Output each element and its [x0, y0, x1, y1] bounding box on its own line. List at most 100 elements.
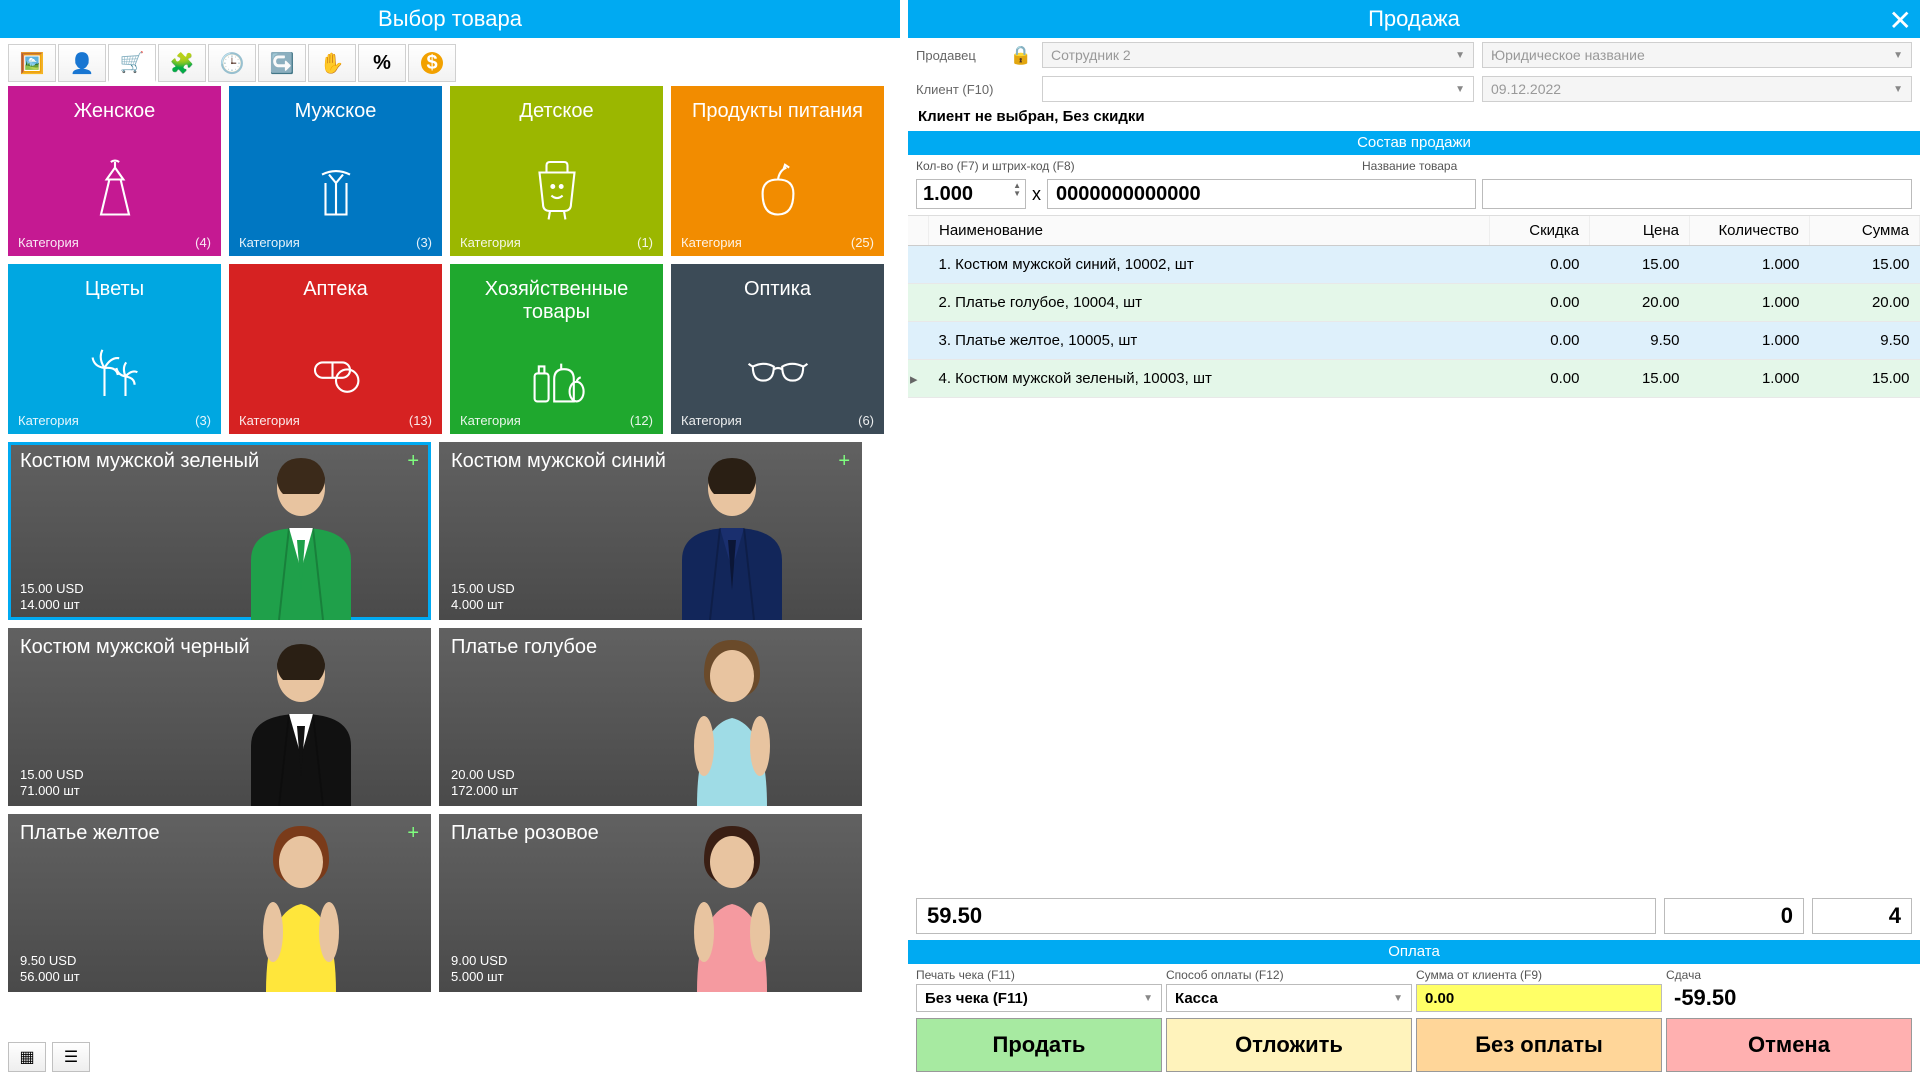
barcode-input[interactable]: 0000000000000 [1047, 179, 1476, 209]
cell-price: 9.50 [1590, 322, 1690, 360]
tool-cart-icon[interactable]: 🛒 [108, 44, 156, 82]
cancel-button[interactable]: Отмена [1666, 1018, 1912, 1072]
category-count: (6) [858, 413, 874, 428]
product-tile[interactable]: Костюм мужской зеленый + 15.00 USD 14.00… [8, 442, 431, 620]
table-row[interactable]: 2. Платье голубое, 10004, шт 0.00 20.00 … [908, 284, 1920, 322]
tool-puzzle-icon[interactable]: 🧩 [158, 44, 206, 82]
client-sum-label: Сумма от клиента (F9) [1416, 968, 1662, 982]
col-name: Наименование [929, 216, 1490, 246]
client-info: Клиент не выбран, Без скидки [908, 106, 1920, 131]
tool-percent-icon[interactable]: % [358, 44, 406, 82]
client-combo[interactable]: ▼ [1042, 76, 1474, 102]
product-name: Костюм мужской синий [451, 450, 666, 473]
seller-combo[interactable]: Сотрудник 2▼ [1042, 42, 1474, 68]
category-tile[interactable]: Цветы Категория(3) [8, 264, 221, 434]
product-tile[interactable]: Платье голубое 20.00 USD 172.000 шт [439, 628, 862, 806]
nopay-button[interactable]: Без оплаты [1416, 1018, 1662, 1072]
left-title-bar: Выбор товара [0, 0, 900, 38]
cell-sum: 15.00 [1810, 246, 1920, 284]
sell-button[interactable]: Продать [916, 1018, 1162, 1072]
product-stock: 172.000 шт [451, 783, 518, 798]
close-icon[interactable]: ✕ [1889, 4, 1912, 37]
legal-combo[interactable]: Юридическое название▼ [1482, 42, 1912, 68]
col-qty: Количество [1690, 216, 1810, 246]
col-sum: Сумма [1810, 216, 1920, 246]
quantity-input[interactable]: 1.000 ▲▼ [916, 179, 1026, 209]
date-combo[interactable]: 09.12.2022▼ [1482, 76, 1912, 102]
product-tile[interactable]: Платье розовое 9.00 USD 5.000 шт [439, 814, 862, 992]
product-tile[interactable]: Костюм мужской синий + 15.00 USD 4.000 ш… [439, 442, 862, 620]
toolbar: 🖼️ 👤 🛒 🧩 🕒 ↪️ ✋ % $ [0, 38, 900, 86]
total-count: 4 [1812, 898, 1912, 934]
cell-qty: 1.000 [1690, 322, 1810, 360]
cell-qty: 1.000 [1690, 360, 1810, 398]
product-stock: 4.000 шт [451, 597, 504, 612]
category-label: Категория [239, 235, 300, 250]
category-count: (12) [630, 413, 653, 428]
section-payment: Оплата [908, 940, 1920, 964]
category-name: Детское [519, 100, 593, 123]
table-row[interactable]: 3. Платье желтое, 10005, шт 0.00 9.50 1.… [908, 322, 1920, 360]
product-image [211, 822, 391, 992]
category-label: Категория [460, 235, 521, 250]
col-discount: Скидка [1490, 216, 1590, 246]
category-tile[interactable]: Аптека Категория(13) [229, 264, 442, 434]
table-row[interactable]: ▸ 4. Костюм мужской зеленый, 10003, шт 0… [908, 360, 1920, 398]
cell-discount: 0.00 [1490, 284, 1590, 322]
product-name: Платье розовое [451, 822, 599, 845]
product-price: 15.00 USD [20, 767, 84, 782]
cell-name: 2. Платье голубое, 10004, шт [929, 284, 1490, 322]
category-tile[interactable]: Детское Категория (1) [450, 86, 663, 256]
cell-discount: 0.00 [1490, 246, 1590, 284]
product-tile[interactable]: Костюм мужской черный 15.00 USD 71.000 ш… [8, 628, 431, 806]
item-name-input[interactable] [1482, 179, 1912, 209]
category-tile[interactable]: Продукты питания Категория(25) [671, 86, 884, 256]
category-label: Категория [18, 413, 79, 428]
col-price: Цена [1590, 216, 1690, 246]
grid-view-icon[interactable]: ▦ [8, 1042, 46, 1072]
change-value: -59.50 [1666, 984, 1912, 1012]
sale-table: Наименование Скидка Цена Количество Сумм… [908, 216, 1920, 398]
seller-label: Продавец [916, 48, 1000, 63]
client-sum-input[interactable]: 0.00 [1416, 984, 1662, 1012]
plus-icon: + [407, 822, 419, 845]
cell-qty: 1.000 [1690, 284, 1810, 322]
tool-user-icon[interactable]: 👤 [58, 44, 106, 82]
cell-name: 1. Костюм мужской синий, 10002, шт [929, 246, 1490, 284]
product-image [642, 822, 822, 992]
spinner-icon[interactable]: ▲▼ [1013, 182, 1021, 198]
item-name-label: Название товара [1362, 159, 1457, 173]
category-tile[interactable]: Хозяйственные товары Категория(12) [450, 264, 663, 434]
plus-icon: + [407, 450, 419, 473]
category-tile[interactable]: Женское Категория(4) [8, 86, 221, 256]
plus-icon: + [838, 450, 850, 473]
category-count: (4) [195, 235, 211, 250]
category-count: (1) [637, 235, 653, 250]
table-row[interactable]: 1. Костюм мужской синий, 10002, шт 0.00 … [908, 246, 1920, 284]
receipt-label: Печать чека (F11) [916, 968, 1162, 982]
product-price: 20.00 USD [451, 767, 515, 782]
row-arrow-icon [908, 246, 929, 284]
list-view-icon[interactable]: ☰ [52, 1042, 90, 1072]
cell-qty: 1.000 [1690, 246, 1810, 284]
right-title-bar: Продажа ✕ [908, 0, 1920, 38]
category-tile[interactable]: Оптика Категория(6) [671, 264, 884, 434]
tool-clock-icon[interactable]: 🕒 [208, 44, 256, 82]
method-combo[interactable]: Касса▼ [1166, 984, 1412, 1012]
category-name: Продукты питания [692, 100, 863, 123]
tool-image-icon[interactable]: 🖼️ [8, 44, 56, 82]
cell-price: 20.00 [1590, 284, 1690, 322]
category-label: Категория [18, 235, 79, 250]
product-tile[interactable]: Платье желтое + 9.50 USD 56.000 шт [8, 814, 431, 992]
category-label: Категория [681, 413, 742, 428]
receipt-combo[interactable]: Без чека (F11)▼ [916, 984, 1162, 1012]
right-title: Продажа [1368, 6, 1460, 32]
tool-hand-icon[interactable]: ✋ [308, 44, 356, 82]
product-name: Костюм мужской зеленый [20, 450, 259, 473]
category-label: Категория [460, 413, 521, 428]
category-tile[interactable]: Мужское Категория(3) [229, 86, 442, 256]
tool-redo-icon[interactable]: ↪️ [258, 44, 306, 82]
defer-button[interactable]: Отложить [1166, 1018, 1412, 1072]
tool-coin-icon[interactable]: $ [408, 44, 456, 82]
client-label: Клиент (F10) [916, 82, 1000, 97]
